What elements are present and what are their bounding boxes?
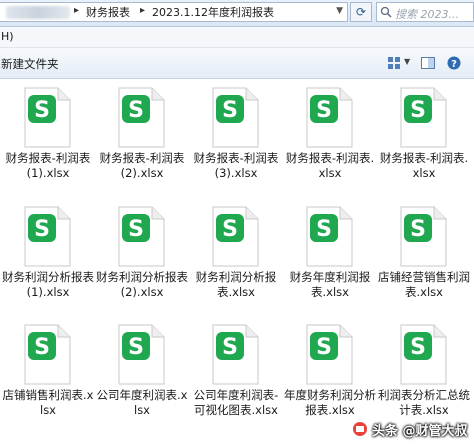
file-name: 财务年度利润报表.xlsx bbox=[289, 270, 371, 299]
chevron-down-icon[interactable]: ▼ bbox=[336, 6, 343, 16]
excel-file-icon: S bbox=[400, 87, 447, 148]
excel-file-icon: S bbox=[118, 206, 165, 267]
svg-text:S: S bbox=[316, 98, 332, 123]
file-item[interactable]: S 店铺经营销售利润表.xlsx bbox=[378, 206, 470, 326]
excel-file-icon: S bbox=[24, 324, 71, 385]
excel-file-icon: S bbox=[212, 87, 259, 148]
excel-file-icon: S bbox=[118, 324, 165, 385]
file-name: 财务报表-利润表 (1).xlsx bbox=[5, 151, 91, 180]
file-name: 公司年度利润表-可视化图表.xlsx bbox=[193, 388, 279, 417]
excel-file-icon: S bbox=[400, 206, 447, 267]
excel-file-icon: S bbox=[306, 206, 353, 267]
svg-text:S: S bbox=[34, 335, 50, 360]
excel-file-icon: S bbox=[212, 324, 259, 385]
menu-bar: H) bbox=[0, 27, 474, 48]
file-item[interactable]: S 财务利润分析报表 (1).xlsx bbox=[2, 206, 94, 326]
breadcrumb-separator[interactable]: ▸ bbox=[74, 5, 79, 16]
svg-text:S: S bbox=[410, 335, 426, 360]
excel-file-icon: S bbox=[306, 87, 353, 148]
excel-file-icon: S bbox=[24, 206, 71, 267]
file-item[interactable]: S 财务年度利润报表.xlsx bbox=[284, 206, 376, 326]
watermark-text: 头条 @财管大叔 bbox=[372, 424, 468, 439]
file-item[interactable]: S 公司年度利润表-可视化图表.xlsx bbox=[190, 324, 282, 444]
file-name: 财务利润分析报表 (1).xlsx bbox=[2, 270, 94, 299]
file-item[interactable]: S 财务报表-利润表 (1).xlsx bbox=[2, 87, 94, 207]
svg-text:S: S bbox=[128, 98, 144, 123]
file-item[interactable]: S 财务报表-利润表.xlsx bbox=[284, 87, 376, 207]
breadcrumb-item-current-folder[interactable]: 2023.1.12年度利润报表 bbox=[152, 6, 274, 19]
file-item[interactable]: S 财务利润分析报表 (2).xlsx bbox=[96, 206, 188, 326]
address-bar-row: ▸ 财务报表 ▸ 2023.1.12年度利润报表 ▼ ⟳ 搜索 2023... bbox=[0, 0, 474, 27]
svg-text:S: S bbox=[316, 217, 332, 242]
svg-text:S: S bbox=[222, 217, 238, 242]
file-item[interactable]: S 财务报表-利润表 (2).xlsx bbox=[96, 87, 188, 207]
search-icon bbox=[380, 6, 392, 18]
svg-text:?: ? bbox=[451, 59, 457, 70]
file-name: 财务利润分析报表.xlsx bbox=[195, 270, 277, 299]
file-name: 公司年度利润表.xlsx bbox=[96, 388, 188, 417]
blurred-breadcrumb-segment bbox=[6, 6, 70, 19]
excel-file-icon: S bbox=[118, 87, 165, 148]
excel-file-icon: S bbox=[24, 87, 71, 148]
file-name: 利润表分析汇总统计表.xlsx bbox=[378, 388, 470, 417]
file-name: 财务报表-利润表.xlsx bbox=[285, 151, 375, 180]
search-input[interactable]: 搜索 2023... bbox=[376, 2, 474, 22]
file-grid: S 财务报表-利润表 (1).xlsx S 财务报表-利润表 (2).xlsx … bbox=[0, 79, 474, 446]
file-item[interactable]: S 公司年度利润表.xlsx bbox=[96, 324, 188, 444]
file-item[interactable]: S 店铺销售利润表.xlsx bbox=[2, 324, 94, 444]
file-name: 财务报表-利润表 (2).xlsx bbox=[99, 151, 185, 180]
file-name: 店铺经营销售利润表.xlsx bbox=[378, 270, 470, 299]
toolbar: 新建文件夹 ▼ ? bbox=[0, 48, 474, 79]
breadcrumb-separator[interactable]: ▸ bbox=[140, 5, 145, 16]
svg-text:S: S bbox=[222, 98, 238, 123]
svg-text:S: S bbox=[34, 98, 50, 123]
file-name: 年度财务利润分析报表.xlsx bbox=[284, 388, 376, 417]
toutiao-logo-icon bbox=[353, 422, 367, 436]
file-name: 店铺销售利润表.xlsx bbox=[2, 388, 94, 417]
view-options-icon[interactable] bbox=[386, 55, 402, 71]
svg-text:S: S bbox=[128, 217, 144, 242]
preview-pane-icon[interactable] bbox=[420, 55, 436, 71]
chevron-down-icon[interactable]: ▼ bbox=[404, 57, 410, 66]
file-item[interactable]: S 财务报表-利润表 (3).xlsx bbox=[190, 87, 282, 207]
excel-file-icon: S bbox=[212, 206, 259, 267]
file-item[interactable]: S 财务报表-利润表.xlsx bbox=[378, 87, 470, 207]
file-name: 财务报表-利润表 (3).xlsx bbox=[193, 151, 279, 180]
watermark: 头条 @财管大叔 bbox=[352, 418, 474, 440]
svg-text:S: S bbox=[34, 217, 50, 242]
refresh-icon: ⟳ bbox=[355, 5, 367, 19]
breadcrumb[interactable]: ▸ 财务报表 ▸ 2023.1.12年度利润报表 ▼ bbox=[0, 2, 348, 22]
new-folder-button[interactable]: 新建文件夹 bbox=[1, 56, 59, 72]
breadcrumb-item-finance[interactable]: 财务报表 bbox=[86, 6, 130, 19]
help-icon[interactable]: ? bbox=[446, 55, 462, 71]
svg-text:S: S bbox=[410, 98, 426, 123]
svg-text:S: S bbox=[128, 335, 144, 360]
refresh-button[interactable]: ⟳ bbox=[350, 2, 372, 22]
excel-file-icon: S bbox=[306, 324, 353, 385]
file-item[interactable]: S 财务利润分析报表.xlsx bbox=[190, 206, 282, 326]
menu-item-help[interactable]: H) bbox=[1, 30, 14, 43]
svg-text:S: S bbox=[222, 335, 238, 360]
file-name: 财务利润分析报表 (2).xlsx bbox=[96, 270, 188, 299]
svg-text:S: S bbox=[316, 335, 332, 360]
search-placeholder: 搜索 2023... bbox=[395, 8, 459, 21]
file-name: 财务报表-利润表.xlsx bbox=[379, 151, 469, 180]
svg-text:S: S bbox=[410, 217, 426, 242]
excel-file-icon: S bbox=[400, 324, 447, 385]
